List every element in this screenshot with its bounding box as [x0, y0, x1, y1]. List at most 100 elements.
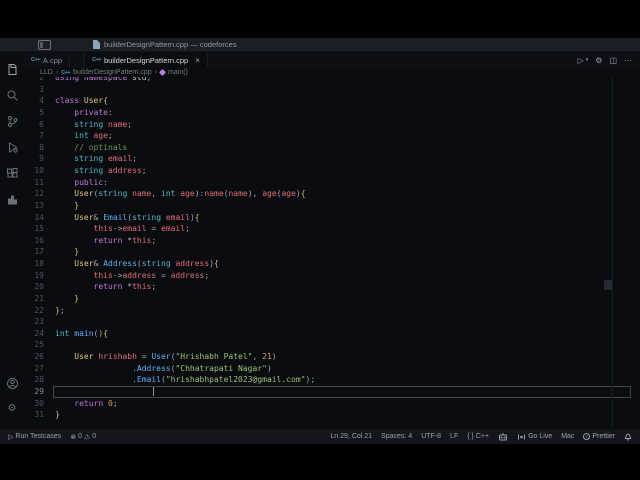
code-line-30[interactable]: 30 return 0;	[24, 398, 640, 410]
tab-label: A.cpp	[42, 55, 63, 65]
split-editor-icon[interactable]: ◫	[609, 56, 617, 65]
code-line-20[interactable]: 20 return *this;	[24, 281, 640, 293]
language-mode[interactable]: { } C++	[467, 433, 489, 440]
bell-icon[interactable]	[624, 432, 632, 441]
code-line-21[interactable]: 21 }	[24, 293, 640, 305]
line-number: 25	[34, 340, 44, 350]
breadcrumb: LLD › C++ builderDesignPattern.cpp › mai…	[24, 68, 640, 77]
run-settings-gear-icon[interactable]: ⚙	[595, 56, 602, 65]
code-line-3[interactable]: 3	[24, 84, 640, 96]
warning-count: 0	[92, 433, 97, 440]
code-line-5[interactable]: 5 private:	[24, 107, 640, 119]
line-number: 7	[39, 131, 44, 141]
code-line-14[interactable]: 14 User& Email(string email){	[24, 212, 640, 224]
run-debug-icon[interactable]	[0, 134, 24, 160]
bar-chart-icon[interactable]	[0, 186, 24, 212]
run-file-icon[interactable]: ▷	[578, 56, 584, 65]
line-number: 2	[39, 77, 44, 82]
chevron-right-icon: ›	[154, 69, 158, 76]
code-editor[interactable]: 2 using namespace std; 3 4 class User{5 priv…	[24, 77, 640, 428]
error-icon: ⊗	[70, 433, 77, 441]
line-number: 29	[34, 386, 44, 396]
more-actions-icon[interactable]: ⋯	[624, 56, 632, 65]
line-content: User(string name, int age):name(name), a…	[74, 189, 306, 199]
eol-setting[interactable]: LF	[450, 433, 458, 440]
error-count: 0	[78, 433, 82, 440]
line-number: 13	[34, 200, 44, 210]
account-icon[interactable]	[0, 370, 24, 396]
symbol-method-icon	[159, 68, 167, 77]
code-line-4[interactable]: 4 class User{	[24, 95, 640, 107]
code-line-28[interactable]: 28 .Email("hrishabhpatel2023@gmail.com")…	[24, 374, 640, 386]
editor-actions: ▷ ▾ ⚙ ◫ ⋯	[578, 52, 640, 68]
code-line-27[interactable]: 27 .Address("Chhatrapati Nagar")	[24, 363, 640, 375]
line-content: .Address("Chhatrapati Nagar")	[132, 363, 272, 373]
extensions-icon[interactable]	[0, 160, 24, 186]
go-live-button[interactable]: Go Live	[517, 433, 552, 441]
code-line-16[interactable]: 16 return *this;	[24, 235, 640, 247]
code-line-10[interactable]: 10 string address;	[24, 165, 640, 177]
code-line-13[interactable]: 13 }	[24, 200, 640, 212]
breadcrumb-folder[interactable]: LLD	[40, 69, 53, 76]
line-number: 30	[34, 398, 44, 408]
tab-bar: C++ A.cpp C++ builderDesignPattern.cpp ×…	[24, 52, 640, 68]
tab-label: builderDesignPattern.cpp	[104, 55, 189, 65]
code-line-15[interactable]: 15 this->email = email;	[24, 223, 640, 235]
prettier-button[interactable]: ✓ Prettier	[583, 433, 615, 440]
code-line-6[interactable]: 6 string name;	[24, 119, 640, 131]
source-control-icon[interactable]	[0, 108, 24, 134]
video-frame: builderDesignPattern.cpp — codeforces ⚙	[0, 0, 640, 480]
line-content: private:	[74, 107, 113, 117]
line-number: 4	[39, 96, 44, 106]
tab-a-cpp[interactable]: C++ A.cpp	[24, 52, 71, 68]
close-tab-icon[interactable]: ×	[195, 56, 200, 65]
code-line-19[interactable]: 19 this->address = address;	[24, 270, 640, 282]
encoding-setting[interactable]: UTF-8	[421, 433, 441, 440]
titlebar: builderDesignPattern.cpp — codeforces	[0, 38, 640, 52]
code-line-9[interactable]: 9 string email;	[24, 153, 640, 165]
code-line-29[interactable]: 29	[24, 385, 640, 398]
line-number: 12	[34, 189, 44, 199]
cursor-position[interactable]: Ln 29, Col 21	[330, 433, 372, 440]
line-number: 3	[39, 84, 44, 94]
problems-indicator[interactable]: ⊗ 0 ⚠ 0	[70, 433, 96, 441]
line-number: 21	[34, 293, 44, 303]
code-line-24[interactable]: 24 int main(){	[24, 328, 640, 340]
search-icon[interactable]	[0, 82, 24, 108]
broadcast-icon	[517, 433, 526, 441]
breadcrumb-symbol[interactable]: main()	[168, 69, 188, 76]
line-content: using namespace std;	[55, 77, 152, 82]
layout-icon[interactable]	[38, 39, 51, 50]
scrollbar-thumb[interactable]	[604, 280, 612, 290]
cpp-file-icon: C++	[61, 69, 71, 76]
braces-icon: { }	[467, 433, 474, 440]
text-cursor	[153, 387, 154, 396]
os-indicator[interactable]: Mac	[561, 433, 574, 440]
line-content: string address;	[74, 166, 147, 175]
line-content: }	[74, 247, 80, 257]
indentation-setting[interactable]: Spaces: 4	[381, 433, 412, 440]
code-line-2[interactable]: 2 using namespace std;	[24, 77, 640, 84]
line-content: return *this;	[93, 235, 157, 245]
code-line-26[interactable]: 26 User hrishabh = User("Hrishabh Patel"…	[24, 351, 640, 363]
run-dropdown-icon[interactable]: ▾	[586, 57, 589, 63]
breadcrumb-file[interactable]: builderDesignPattern.cpp	[73, 69, 152, 76]
run-testcases-button[interactable]: ▷ Run Testcases	[8, 433, 61, 441]
settings-gear-icon[interactable]: ⚙	[0, 396, 24, 422]
code-line-22[interactable]: 22};	[24, 305, 640, 317]
robot-icon[interactable]	[498, 432, 508, 441]
line-number: 20	[34, 282, 44, 292]
code-line-11[interactable]: 11 public:	[24, 177, 640, 189]
line-number: 6	[39, 119, 44, 129]
code-line-17[interactable]: 17 }	[24, 246, 640, 258]
explorer-icon[interactable]	[0, 56, 24, 82]
code-line-7[interactable]: 7 int age;	[24, 130, 640, 142]
tab-builder-design-pattern[interactable]: C++ builderDesignPattern.cpp ×	[84, 52, 208, 68]
line-number: 10	[34, 166, 44, 175]
code-line-23[interactable]: 23	[24, 316, 640, 328]
code-line-18[interactable]: 18 User& Address(string address){	[24, 258, 640, 270]
code-line-25[interactable]: 25	[24, 339, 640, 351]
code-line-31[interactable]: 31}	[24, 409, 640, 421]
code-line-12[interactable]: 12 User(string name, int age):name(name)…	[24, 188, 640, 200]
code-line-8[interactable]: 8 // optinals	[24, 142, 640, 154]
